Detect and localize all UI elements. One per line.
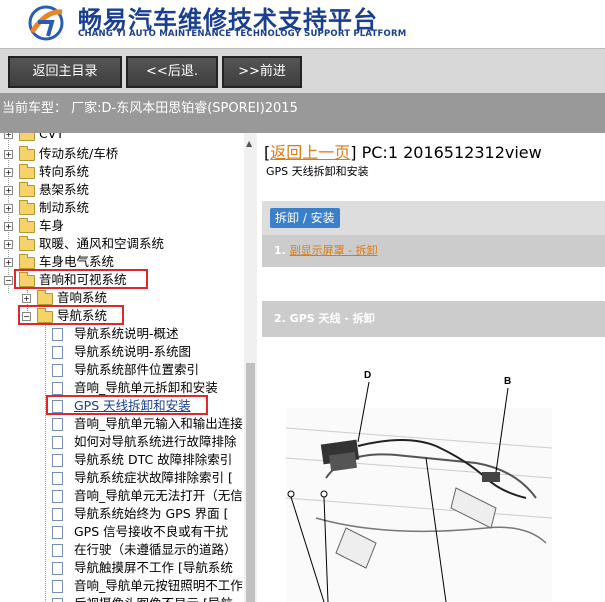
document-icon <box>52 544 63 557</box>
tree-doc-label: GPS 信号接收不良或有干扰 <box>74 524 229 539</box>
document-icon <box>52 454 63 467</box>
folder-icon <box>19 146 35 161</box>
step-1-number: 1. <box>274 244 286 257</box>
document-icon <box>52 382 63 395</box>
callout-d: D <box>364 370 371 381</box>
folder-icon <box>19 254 35 269</box>
expand-icon[interactable]: + <box>4 258 13 267</box>
expand-icon[interactable]: + <box>4 186 13 195</box>
document-icon <box>52 508 63 521</box>
tree-doc-label: 在行驶（未遵循显示的道路） <box>74 542 237 557</box>
tree-item-label: 转向系统 <box>39 164 90 179</box>
document-icon <box>52 490 63 503</box>
expand-icon[interactable]: + <box>4 204 13 213</box>
tab-remove-install[interactable]: 拆卸 / 安装 <box>270 208 340 228</box>
doc-title: GPS 天线拆卸和安装 <box>266 165 369 178</box>
callout-b: B <box>504 376 511 387</box>
folder-icon <box>37 290 53 305</box>
forward-button[interactable]: >>前进 <box>222 56 302 88</box>
folder-icon <box>19 218 35 233</box>
tree-item-label: 传动系统/车桥 <box>39 146 119 161</box>
tree-doc-label: 音响_导航单元输入和输出连接 <box>74 416 243 431</box>
folder-icon <box>19 133 35 141</box>
tree-doc-label: 导航系统说明-概述 <box>74 326 179 341</box>
expand-icon[interactable]: + <box>4 222 13 231</box>
tree-doc-label: 导航系统部件位置索引 <box>74 362 200 377</box>
brand-logo-icon <box>28 5 64 41</box>
document-icon <box>52 328 63 341</box>
scroll-up-icon[interactable]: ▲ <box>246 139 252 148</box>
expand-icon[interactable]: + <box>4 240 13 249</box>
tree-item-label: 悬架系统 <box>39 182 90 197</box>
pc-info: PC:1 2016512312view <box>356 143 542 162</box>
document-icon <box>52 436 63 449</box>
back-button[interactable]: <<后退. <box>126 56 218 88</box>
document-icon <box>52 562 63 575</box>
app-header: 畅易汽车维修技术支持平台 CHANG YI AUTO MAINTENANCE T… <box>0 0 605 48</box>
highlight-navigation <box>18 305 124 325</box>
brand-subtitle: CHANG YI AUTO MAINTENANCE TECHNOLOGY SUP… <box>78 29 407 39</box>
tree-doc-label: 导航系统始终为 GPS 界面 [ <box>74 506 229 521</box>
toolbar: 返回主目录 <<后退. >>前进 <box>0 48 605 93</box>
scrollbar-thumb[interactable] <box>246 363 255 602</box>
tree-doc-label: 如何对导航系统进行故障排除 <box>74 434 237 449</box>
folder-icon <box>19 182 35 197</box>
tree-doc-label: 导航系统说明-系统图 <box>74 344 192 359</box>
tree-scrollbar[interactable]: ▲ <box>244 133 257 602</box>
document-icon <box>52 580 63 593</box>
tree-doc-label: 导航触摸屏不工作 [导航系统 <box>74 560 233 575</box>
tree-doc-label: 音响_导航单元按钮照明不工作 <box>74 578 243 593</box>
folder-icon <box>19 200 35 215</box>
gps-antenna-diagram: D B <box>286 370 552 602</box>
document-icon <box>52 364 63 377</box>
expand-icon[interactable]: + <box>22 294 31 303</box>
content-panel: [返回上一页] PC:1 2016512312view GPS 天线拆卸和安装 … <box>262 133 605 602</box>
tree-doc-label: 音响_导航单元无法打开（无信 <box>74 488 243 503</box>
folder-icon <box>19 236 35 251</box>
document-icon <box>52 346 63 359</box>
tree-item-label: CVT <box>39 133 64 141</box>
collapse-icon[interactable]: − <box>4 276 13 285</box>
current-model-bar: 当前车型： 厂家:D-东风本田思铂睿(SPOREI)2015 <box>0 93 605 133</box>
expand-icon[interactable]: + <box>4 133 13 139</box>
step-1-link[interactable]: 副显示屏罩 - 拆卸 <box>290 244 378 257</box>
tree-panel: + CVT + 传动系统/车桥 + 转向系统 + 悬架系统 + 制动系统 + 车… <box>0 133 257 602</box>
content-header: [返回上一页] PC:1 2016512312view <box>264 143 542 162</box>
highlight-gps-antenna <box>46 395 208 415</box>
tree-guide <box>45 321 46 602</box>
folder-icon <box>19 164 35 179</box>
step-spacer <box>262 267 605 301</box>
step-1: 1. 副显示屏罩 - 拆卸 <box>262 235 605 267</box>
document-icon <box>52 472 63 485</box>
tree-item-label: 取暖、通风和空调系统 <box>39 236 165 251</box>
expand-icon[interactable]: + <box>4 168 13 177</box>
step-2: 2. GPS 天线 - 拆卸 <box>262 301 605 337</box>
tree-doc-label: 导航系统症状故障排除索引 [ <box>74 470 233 485</box>
tree-item-label: 制动系统 <box>39 200 90 215</box>
tab-bar: 拆卸 / 安装 <box>262 201 605 235</box>
tree-item-label: 车身 <box>39 218 65 233</box>
tree-doc-label: 导航系统 DTC 故障排除索引 <box>74 452 233 467</box>
expand-icon[interactable]: + <box>4 150 13 159</box>
home-button[interactable]: 返回主目录 <box>8 56 122 88</box>
document-icon <box>52 598 63 602</box>
document-icon <box>52 418 63 431</box>
back-link[interactable]: 返回上一页 <box>270 143 350 162</box>
tree-doc-label: 后视摄像头图像不显示 [导航 <box>74 595 233 602</box>
document-icon <box>52 526 63 539</box>
highlight-audio-visual <box>14 269 148 289</box>
